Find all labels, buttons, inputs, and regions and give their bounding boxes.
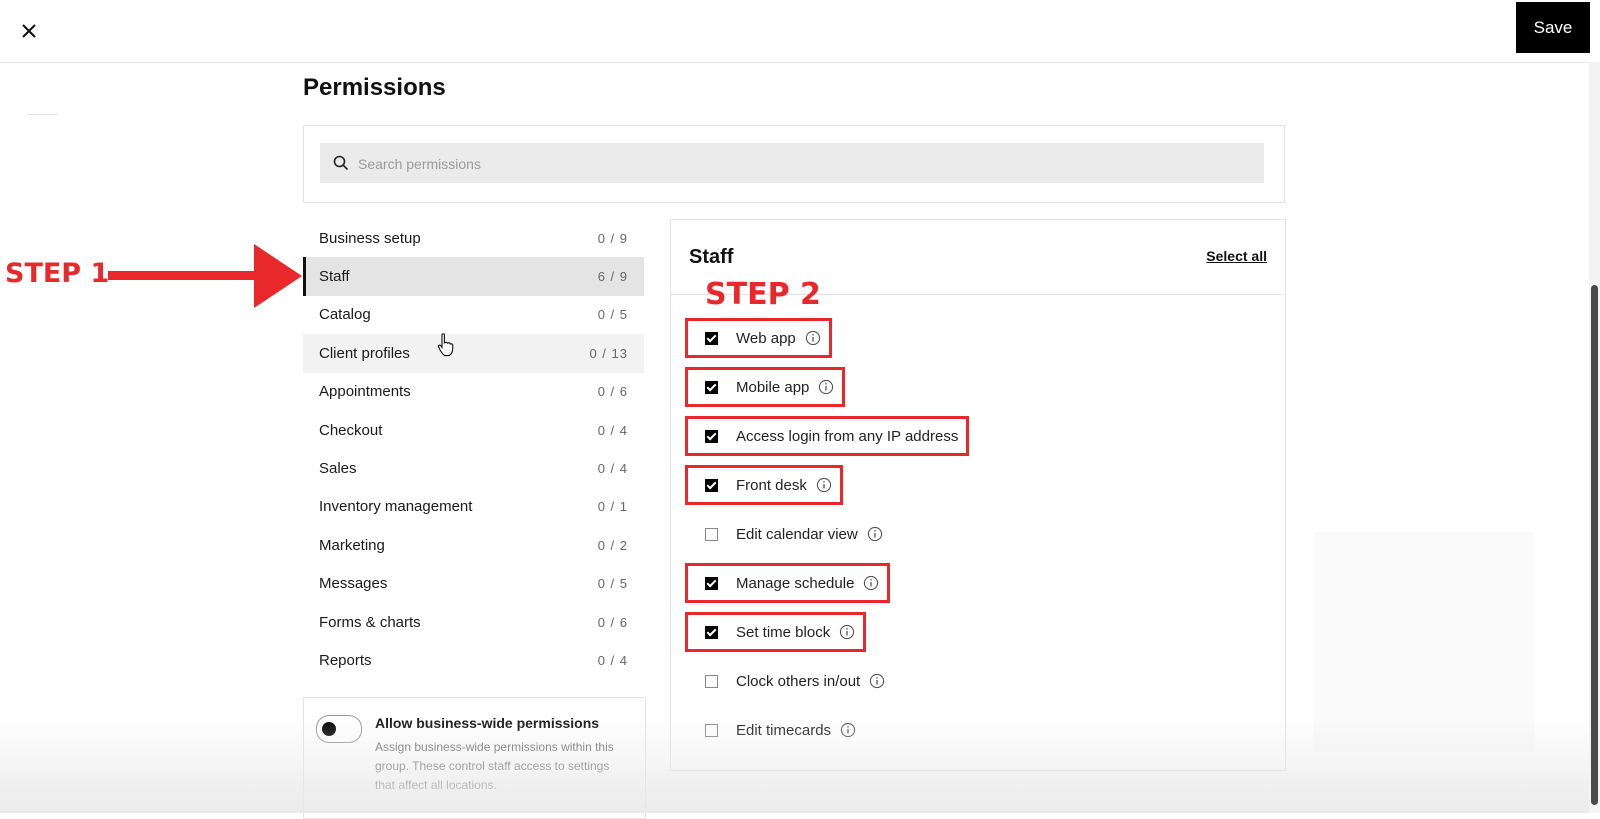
category-count: 0 / 4 <box>597 652 628 668</box>
category-label: Forms & charts <box>319 613 421 631</box>
category-count: 6 / 9 <box>597 269 628 285</box>
category-label: Business setup <box>319 229 421 247</box>
search-icon <box>333 155 349 171</box>
info-icon[interactable] <box>818 379 834 395</box>
close-icon <box>22 24 36 38</box>
category-item-messages[interactable]: Messages 0 / 5 <box>303 565 644 603</box>
permission-row-edit-calendar-view: Edit calendar view <box>688 517 891 551</box>
permission-category-list: Business setup 0 / 9 Staff 6 / 9 Catalog 0 / … <box>303 219 644 680</box>
category-count: 0 / 4 <box>597 422 628 438</box>
background-card <box>1314 532 1534 752</box>
category-count: 0 / 4 <box>597 461 628 477</box>
panel-title: Staff <box>689 246 734 268</box>
page-title: Permissions <box>303 74 446 101</box>
category-item-sales[interactable]: Sales 0 / 4 <box>303 449 644 487</box>
category-item-client-profiles[interactable]: Client profiles 0 / 13 <box>303 334 644 373</box>
category-item-checkout[interactable]: Checkout 0 / 4 <box>303 411 644 449</box>
business-wide-description: Assign business-wide permissions within … <box>375 740 614 792</box>
search-field[interactable] <box>320 143 1264 185</box>
info-icon[interactable] <box>869 673 885 689</box>
permission-row-clock-others-in-out: Clock others in/out <box>688 664 893 698</box>
permission-label: Web app <box>736 329 796 347</box>
permission-row-manage-schedule: Manage schedule <box>684 563 891 603</box>
step1-annotation: STEP 1 <box>5 258 110 289</box>
info-icon[interactable] <box>805 330 821 346</box>
permission-checkbox[interactable] <box>705 527 718 541</box>
permission-label: Edit timecards <box>736 721 832 739</box>
permission-label: Mobile app <box>736 378 810 396</box>
hand-pointer-icon <box>437 333 454 357</box>
category-item-reports[interactable]: Reports 0 / 4 <box>303 641 644 679</box>
permission-checkbox[interactable] <box>705 331 718 345</box>
category-count: 0 / 6 <box>597 614 628 630</box>
business-wide-permissions-card: Allow business-wide permissions Assign b… <box>303 697 646 819</box>
permission-row-front-desk: Front desk <box>685 465 843 505</box>
select-all-link[interactable]: Select all <box>1206 248 1267 264</box>
category-count: 0 / 9 <box>597 230 628 246</box>
top-bar: Save <box>0 0 1600 63</box>
info-icon[interactable] <box>839 624 855 640</box>
info-icon[interactable] <box>863 575 879 591</box>
permission-label: Front desk <box>736 476 807 494</box>
step2-annotation: STEP 2 <box>705 277 821 312</box>
permission-label: Set time block <box>736 623 831 641</box>
permission-row-access-login-from-any-ip-address: Access login from any IP address <box>684 416 970 456</box>
permission-checkbox[interactable] <box>705 576 718 590</box>
category-label: Reports <box>319 651 372 669</box>
category-item-catalog[interactable]: Catalog 0 / 5 <box>303 296 644 334</box>
category-count: 0 / 5 <box>597 576 628 592</box>
permission-row-edit-timecards: Edit timecards <box>688 713 864 747</box>
save-button[interactable]: Save <box>1516 2 1590 53</box>
category-label: Messages <box>319 575 388 593</box>
permission-checkbox[interactable] <box>705 380 718 394</box>
category-count: 0 / 2 <box>597 537 628 553</box>
category-label: Checkout <box>319 421 383 439</box>
arrow-right-icon <box>108 244 302 308</box>
permission-checkbox[interactable] <box>705 674 718 688</box>
permission-checkbox[interactable] <box>705 723 718 737</box>
permission-checkbox[interactable] <box>705 429 718 443</box>
category-count: 0 / 13 <box>589 345 628 361</box>
category-label: Catalog <box>319 306 371 324</box>
permission-label: Clock others in/out <box>736 672 861 690</box>
permission-label: Access login from any IP address <box>736 427 959 445</box>
category-item-forms-charts[interactable]: Forms & charts 0 / 6 <box>303 603 644 641</box>
permission-label: Edit calendar view <box>736 525 858 543</box>
info-icon[interactable] <box>816 477 832 493</box>
category-count: 0 / 5 <box>597 307 628 323</box>
permission-label: Manage schedule <box>736 574 855 592</box>
category-item-inventory-management[interactable]: Inventory management 0 / 1 <box>303 488 644 526</box>
permission-row-web-app: Web app <box>685 318 832 358</box>
category-item-appointments[interactable]: Appointments 0 / 6 <box>303 373 644 411</box>
category-item-marketing[interactable]: Marketing 0 / 2 <box>303 526 644 564</box>
category-label: Client profiles <box>319 344 410 362</box>
category-label: Sales <box>319 460 357 478</box>
divider <box>28 114 58 115</box>
scrollbar-thumb[interactable] <box>1591 285 1598 805</box>
info-icon[interactable] <box>840 722 856 738</box>
permission-checkbox[interactable] <box>705 625 718 639</box>
category-count: 0 / 6 <box>597 384 628 400</box>
permission-row-set-time-block: Set time block <box>684 612 867 652</box>
category-label: Staff <box>319 268 350 286</box>
close-button[interactable] <box>12 14 46 48</box>
category-item-business-setup[interactable]: Business setup 0 / 9 <box>303 219 644 257</box>
permission-row-mobile-app: Mobile app <box>684 367 846 407</box>
business-wide-title: Allow business-wide permissions <box>375 715 600 731</box>
business-wide-toggle[interactable] <box>316 715 362 743</box>
info-icon[interactable] <box>867 526 883 542</box>
category-label: Marketing <box>319 536 385 554</box>
category-item-staff[interactable]: Staff 6 / 9 <box>303 257 644 297</box>
search-container <box>303 125 1285 203</box>
search-input[interactable] <box>356 143 1240 185</box>
category-label: Appointments <box>319 383 411 401</box>
permission-checkbox[interactable] <box>705 478 718 492</box>
category-label: Inventory management <box>319 498 473 516</box>
toggle-knob <box>322 722 336 736</box>
category-count: 0 / 1 <box>597 499 628 515</box>
